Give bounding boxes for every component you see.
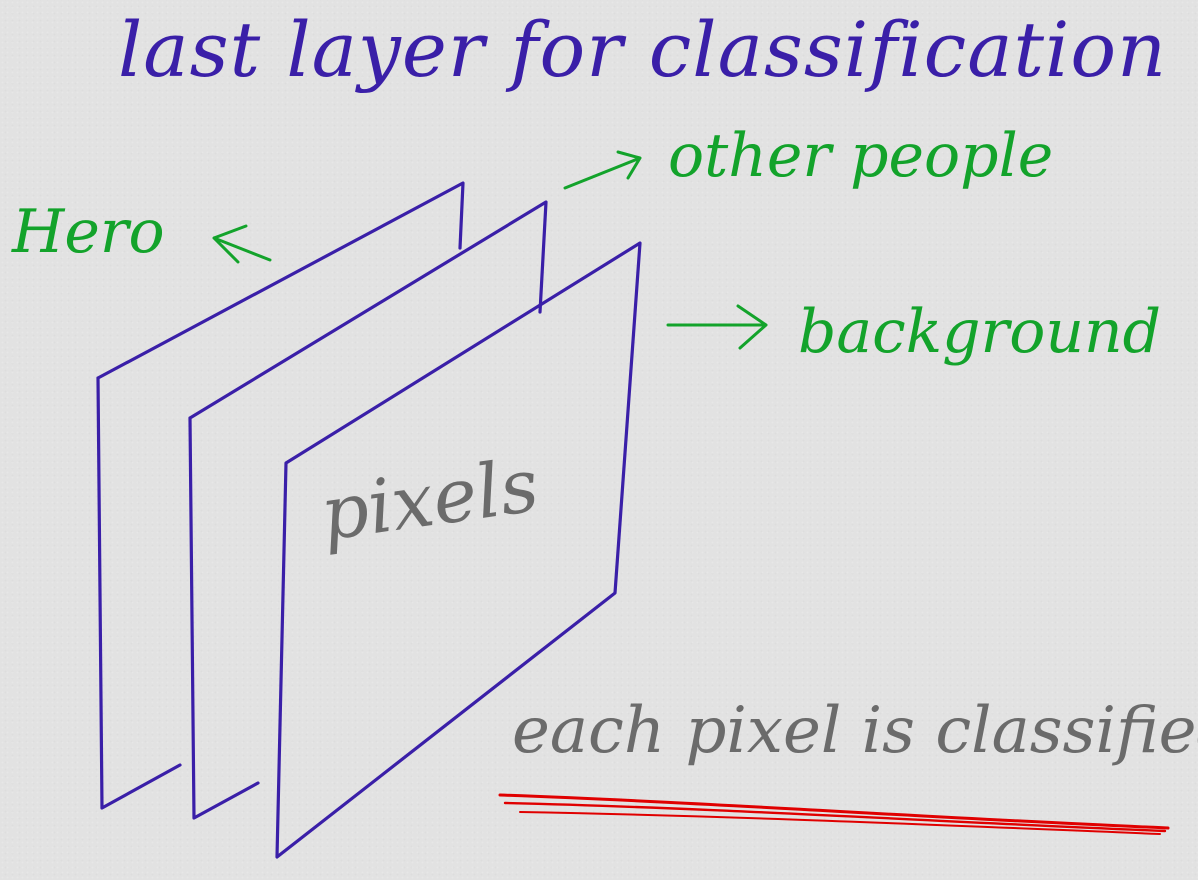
diagram-title: last layer for classification [118,5,1167,94]
background-arrow [666,304,768,350]
pixels-label: pixels [316,442,544,558]
whiteboard-canvas: last layer for classification pixels Her… [0,0,1198,880]
other-people-arrow [563,150,642,190]
caption-text: each pixel is classified [512,694,1198,768]
other-people-label: other people [668,121,1053,191]
background-label: background [798,297,1161,367]
hero-arrow [212,224,272,264]
caption-underline [498,793,1170,835]
hero-label: Hero [11,197,165,267]
handwritten-diagram: last layer for classification pixels Her… [11,5,1198,859]
